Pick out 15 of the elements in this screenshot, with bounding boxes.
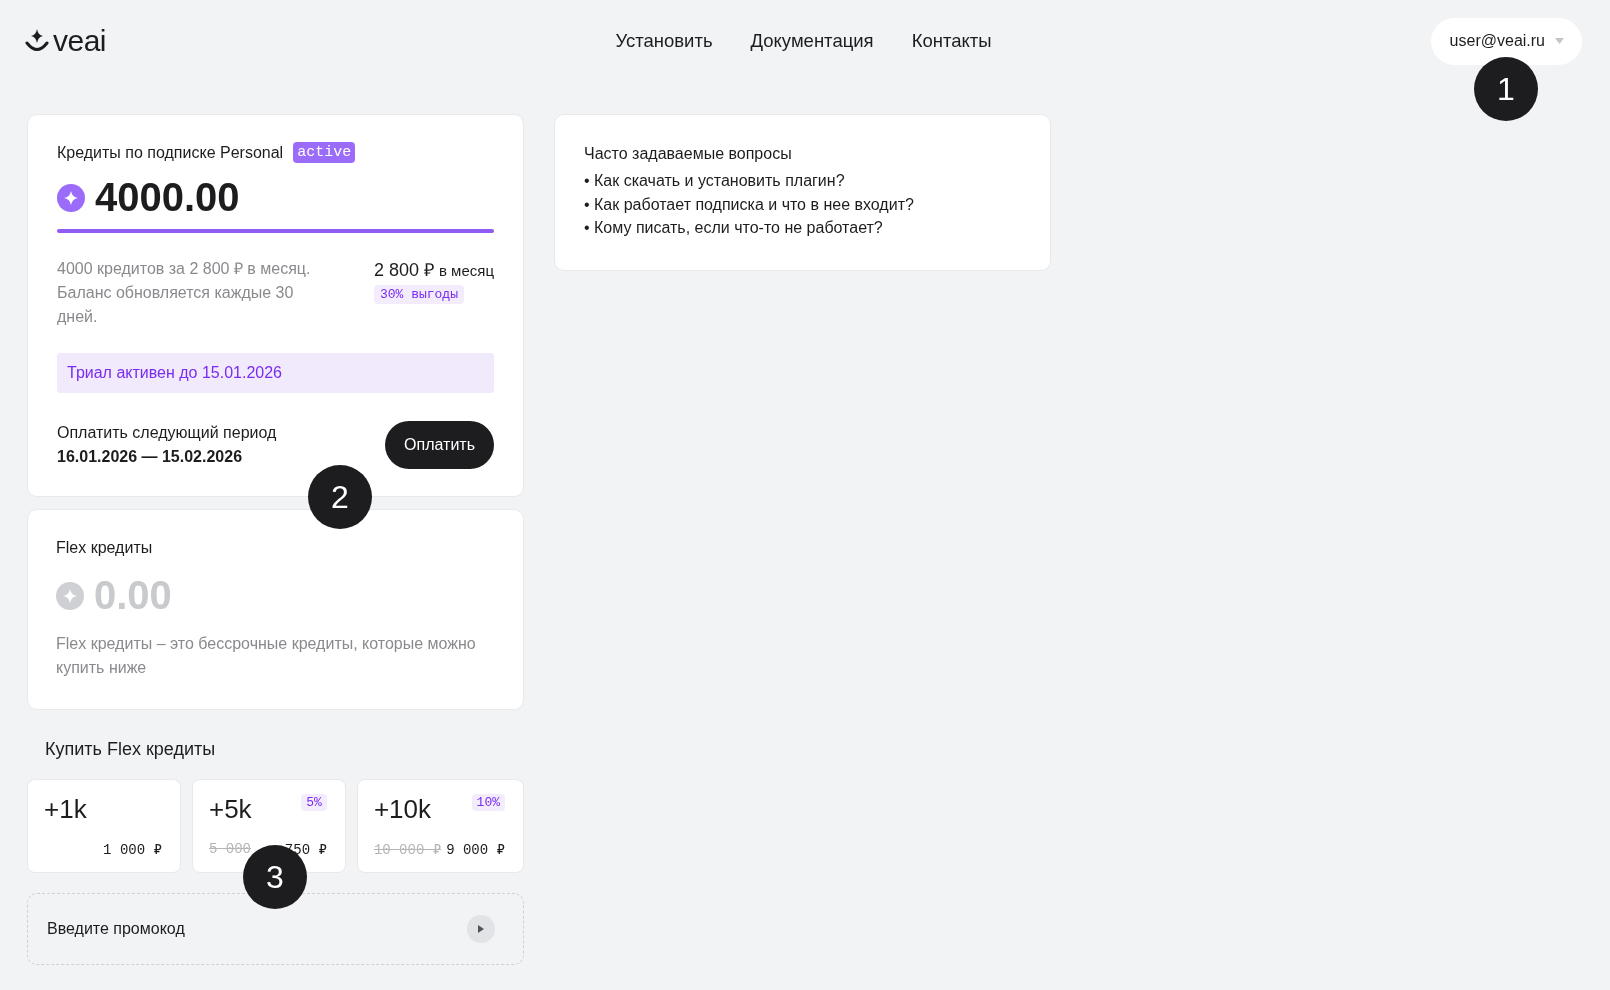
status-badge: active [293, 142, 356, 163]
balance-amount: 4000.00 [95, 175, 240, 220]
plan-description: 4000 кредитов за 2 800 ₽ в месяц. Баланс обновляется каждые 30 дней. [57, 259, 312, 327]
faq-title: Часто задаваемые вопросы [584, 145, 793, 163]
card-title: Кредиты по подписке Personal [57, 143, 284, 162]
discount-badge: 30% выгоды [373, 285, 464, 304]
trial-notice: Триал активен до 15.01.2026 [57, 353, 494, 393]
section-title: Купить Flex кредиты [45, 739, 217, 760]
plan-price: 2 800 ₽ в месяц [373, 259, 494, 281]
flex-description: Flex кредиты – это бессрочные кредиты, которые можно купить ниже [56, 634, 476, 678]
step-callout-tooltip: 1 [1474, 57, 1538, 121]
next-period-label: Оплатить следующий период [57, 423, 277, 443]
next-period-dates: 16.01.2026 — 15.02.2026 [57, 447, 244, 467]
card-title: Flex кредиты [56, 539, 154, 557]
logo-text: veai [53, 24, 107, 58]
